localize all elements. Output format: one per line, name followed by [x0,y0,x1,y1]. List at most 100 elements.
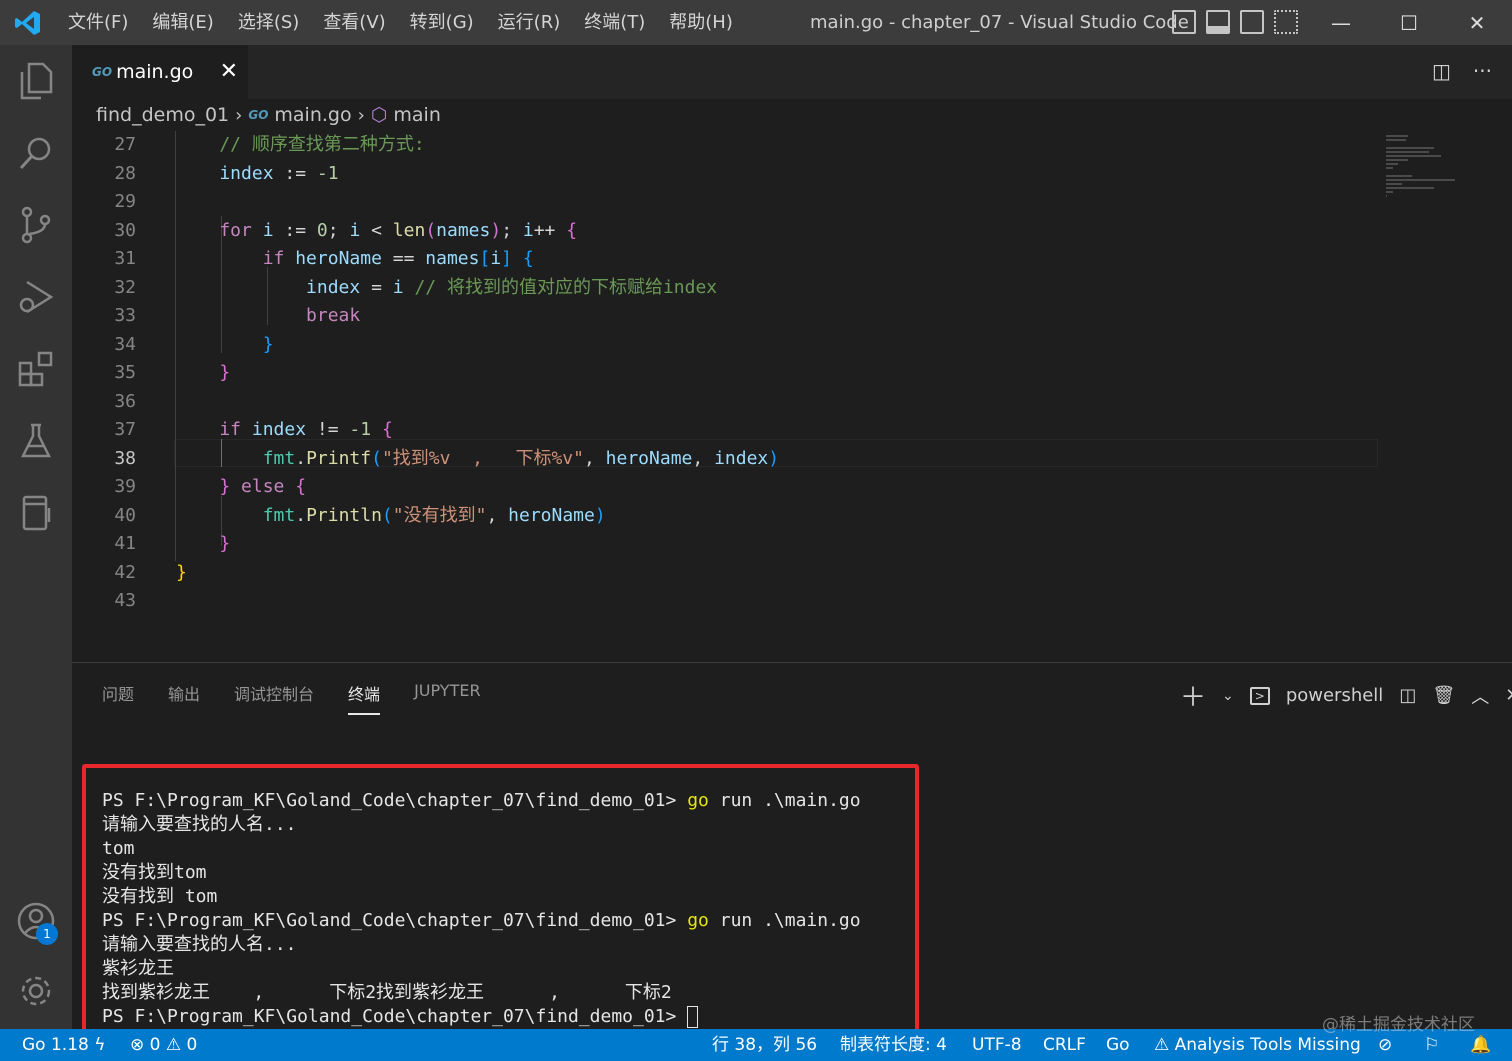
line-number: 39 [114,476,136,497]
menu-item[interactable]: 运行(R) [486,0,573,45]
menu-item[interactable]: 终端(T) [572,0,657,45]
code-text: fmt.Printf("找到%v , 下标%v", heroName, inde… [176,445,779,474]
code-text: if index != -1 { [176,416,392,445]
menu-item[interactable]: 转到(G) [398,0,486,45]
breadcrumb-file[interactable]: main.go [274,104,351,126]
code-token: fmt [176,504,296,526]
terminal-output[interactable]: PS F:\Program_KF\Goland_Code\chapter_07\… [102,789,861,1029]
files-icon[interactable] [16,61,56,101]
menu-item[interactable]: 查看(V) [311,0,397,45]
breadcrumb: find_demo_01 › GO main.go › ⬡ main [96,99,441,131]
terminal-shell-name[interactable]: powershell [1286,685,1384,706]
code-token: [ [479,248,491,269]
go-file-icon: GO [92,65,113,79]
code-text: // 顺序查找第二种方式: [176,131,424,160]
code-token: , [486,504,509,526]
extensions-icon[interactable] [16,349,56,389]
menu-item[interactable]: 帮助(H) [657,0,745,45]
language-mode-status[interactable]: Go [1106,1029,1130,1061]
code-token: heroName [508,504,595,526]
breadcrumb-folder[interactable]: find_demo_01 [96,104,229,126]
code-token: . [295,447,307,469]
problems-status[interactable]: ⊗ 0 ⚠ 0 [130,1029,197,1061]
go-version-status[interactable]: Go 1.18 ϟ [22,1029,105,1061]
eol-status[interactable]: CRLF [1043,1029,1086,1061]
close-panel-icon[interactable]: ✕ [1505,685,1512,706]
remote-explorer-icon[interactable] [16,493,56,533]
menu-item[interactable]: 文件(F) [56,0,140,45]
code-token: index [714,447,769,469]
code-token: := [273,162,317,184]
trash-icon[interactable]: 🗑 [1432,685,1455,706]
editor-tab-bar: GO main.go ✕ ◫ ··· [72,45,1512,99]
tab-size-status[interactable]: 制表符长度: 4 [840,1029,947,1061]
cursor-position-status[interactable]: 行 38，列 56 [712,1029,817,1061]
panel-actions: ＋ ⌄ > powershell ◫ 🗑 ︿ ✕ [1180,677,1512,714]
terminal-line: PS F:\Program_KF\Goland_Code\chapter_07\… [102,1005,861,1029]
terminal-text: PS F:\Program_KF\Goland_Code\chapter_07\… [102,910,688,931]
code-token: 0 [316,219,328,241]
chevron-right-icon: › [235,104,243,126]
tab-close-icon[interactable]: ✕ [220,59,238,84]
code-text: fmt.Println("没有找到", heroName) [176,502,606,531]
customize-layout-icon[interactable] [1274,10,1298,34]
new-terminal-icon[interactable]: ＋ [1180,677,1206,714]
split-terminal-icon[interactable]: ◫ [1399,685,1416,706]
maximize-panel-icon[interactable]: ︿ [1471,683,1489,709]
code-text: } [176,559,187,588]
testing-icon[interactable] [16,421,56,461]
line-number: 28 [114,162,136,184]
line-number: 34 [114,333,136,355]
line-number: 37 [114,419,136,440]
code-token: i [262,219,274,241]
code-line: 38 fmt.Printf("找到%v , 下标%v", heroName, i… [72,445,1452,474]
more-actions-icon[interactable]: ··· [1473,59,1492,83]
menu-item[interactable]: 编辑(E) [140,0,225,45]
line-number: 41 [114,533,136,554]
split-editor-icon[interactable]: ◫ [1432,59,1451,83]
panel-tab[interactable]: 调试控制台 [234,681,314,715]
code-editor[interactable]: 27 // 顺序查找第二种方式: 28 index := -1 29 30 for i… [72,131,1512,662]
menu-item[interactable]: 选择(S) [226,0,311,45]
terminal-line: 请输入要查找的人名... [102,813,861,837]
panel-tab[interactable]: JUPYTER [414,681,481,715]
run-debug-icon[interactable] [16,277,56,317]
code-line: 36 [72,388,1452,417]
code-text: index := -1 [176,160,338,189]
gear-icon[interactable] [16,971,56,1011]
terminal-text: 找到紫衫龙王 , 下标2找到紫衫龙王 , 下标2 [102,982,672,1003]
panel-tab[interactable]: 问题 [102,681,134,715]
search-icon[interactable] [16,133,56,173]
code-line: 40 fmt.Println("没有找到", heroName) [72,502,1452,531]
terminal-text: PS F:\Program_KF\Goland_Code\chapter_07\… [102,1006,688,1027]
toggle-primary-sidebar-icon[interactable] [1172,10,1196,34]
minimize-button[interactable]: — [1308,0,1374,45]
terminal-line: PS F:\Program_KF\Goland_Code\chapter_07\… [102,789,861,813]
chevron-right-icon: › [357,104,365,126]
panel-tab[interactable]: 终端 [348,681,381,715]
chevron-down-icon[interactable]: ⌄ [1222,688,1234,704]
maximize-button[interactable]: ☐ [1376,0,1442,45]
terminal-text: run .\main.go [708,910,861,931]
toggle-panel-icon[interactable] [1206,10,1230,34]
tab-main-go[interactable]: GO main.go ✕ [72,45,248,99]
terminal-cursor [687,1006,699,1028]
code-token: "没有找到" [392,504,487,526]
close-window-button[interactable]: ✕ [1444,0,1510,45]
terminal-icon: > [1249,686,1270,705]
line-number: 31 [114,248,136,269]
status-bar: Go 1.18 ϟ ⊗ 0 ⚠ 0 行 38，列 56 制表符长度: 4 UTF… [0,1029,1512,1061]
toggle-secondary-sidebar-icon[interactable] [1240,10,1264,34]
code-token: i [392,276,404,298]
code-line: 33 break [72,302,1452,331]
breadcrumb-symbol[interactable]: main [393,104,440,126]
source-control-icon[interactable] [16,205,56,245]
code-token: ( [425,219,437,241]
terminal-text: 紫衫龙王 [102,958,174,979]
encoding-status[interactable]: UTF-8 [972,1029,1022,1061]
line-number: 40 [114,504,136,526]
code-token: Printf [306,447,372,469]
panel-tab[interactable]: 输出 [168,681,200,715]
